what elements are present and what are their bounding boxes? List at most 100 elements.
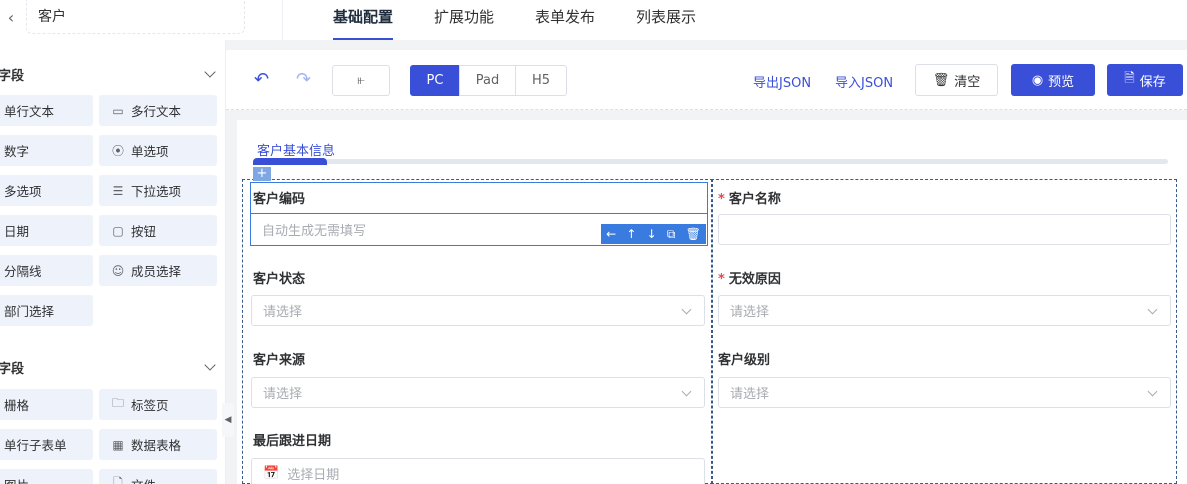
top-bar: ‹ 客户 基础配置 扩展功能 表单发布 列表展示 bbox=[0, 0, 1187, 40]
component-tree-button[interactable]: ⫦ bbox=[332, 65, 390, 96]
select-placeholder: 请选择 bbox=[730, 387, 770, 402]
device-pad[interactable]: Pad bbox=[459, 65, 516, 96]
delete-icon[interactable]: 🗑 bbox=[686, 227, 701, 241]
component-button[interactable]: ▢ 按钮 bbox=[99, 215, 217, 246]
field-label-text: 无效原因 bbox=[728, 272, 781, 287]
radio-icon: ⦿ bbox=[111, 144, 124, 158]
preview-button[interactable]: ◉ 预览 bbox=[1011, 64, 1095, 96]
chevron-left-icon: ‹ bbox=[7, 7, 15, 27]
customer-status-select[interactable]: 请选择 bbox=[251, 295, 705, 326]
component-label: 单选项 bbox=[131, 144, 169, 159]
component-member-select[interactable]: ☺ 成员选择 bbox=[99, 255, 217, 286]
textarea-icon: ▭ bbox=[112, 103, 124, 118]
customer-source-select[interactable]: 请选择 bbox=[251, 377, 705, 408]
copy-icon[interactable]: ⧉ bbox=[667, 227, 676, 242]
component-select[interactable]: ☰ 下拉选项 bbox=[99, 175, 217, 206]
device-h5[interactable]: H5 bbox=[515, 65, 567, 96]
field-label-level: 客户级别 bbox=[718, 353, 771, 368]
file-icon: 🗋 bbox=[113, 476, 123, 484]
button-icon: ▢ bbox=[112, 223, 124, 238]
group-header-layout[interactable]: 字段 bbox=[0, 352, 225, 382]
select-placeholder: 请选择 bbox=[263, 305, 303, 320]
component-number[interactable]: 数字 bbox=[0, 135, 93, 166]
device-pc[interactable]: PC bbox=[410, 65, 460, 96]
chevron-down-icon bbox=[204, 66, 216, 78]
invalid-reason-select[interactable]: 请选择 bbox=[718, 295, 1171, 326]
save-button[interactable]: 🗎 保存 bbox=[1107, 64, 1183, 96]
tab-track bbox=[253, 159, 1168, 164]
user-icon: ☺ bbox=[111, 263, 125, 278]
component-label: 栅格 bbox=[4, 398, 30, 413]
trash-icon: 🗑 bbox=[932, 72, 950, 88]
tabs-icon: 🗀 bbox=[111, 396, 124, 410]
component-label: 成员选择 bbox=[131, 264, 182, 279]
component-label: 标签页 bbox=[131, 398, 169, 413]
save-icon: 🗎 bbox=[1124, 71, 1135, 86]
caret-left-icon: ◀ bbox=[224, 415, 232, 425]
select-placeholder: 请选择 bbox=[263, 387, 303, 402]
form-title-input[interactable]: 客户 bbox=[26, 0, 245, 34]
back-button[interactable]: ‹ bbox=[0, 4, 22, 30]
required-mark: * bbox=[718, 192, 725, 207]
redo-icon[interactable]: ↷ bbox=[296, 69, 311, 90]
select-icon: ☰ bbox=[112, 183, 124, 198]
component-divider[interactable]: 分隔线 bbox=[0, 255, 93, 286]
form-title: 客户 bbox=[38, 9, 66, 25]
date-placeholder: 选择日期 bbox=[287, 468, 340, 483]
component-label: 单行子表单 bbox=[4, 438, 67, 453]
component-data-table[interactable]: ▦ 数据表格 bbox=[99, 429, 217, 460]
chevron-down-icon bbox=[1147, 304, 1158, 315]
designer-toolbar: ↶ ↷ ⫦ PC Pad H5 导出JSON 导入JSON 🗑 清空 ◉ 预览 … bbox=[226, 50, 1187, 110]
clear-button[interactable]: 🗑 清空 bbox=[915, 64, 998, 96]
component-radio[interactable]: ⦿ 单选项 bbox=[99, 135, 217, 166]
plus-icon[interactable]: + bbox=[253, 167, 271, 181]
customer-name-input[interactable] bbox=[718, 214, 1171, 245]
tab-list-display[interactable]: 列表展示 bbox=[636, 6, 696, 40]
customer-level-select[interactable]: 请选择 bbox=[718, 377, 1171, 408]
component-grid[interactable]: 栅格 bbox=[0, 389, 93, 420]
component-multi-text[interactable]: ▭ 多行文本 bbox=[99, 95, 217, 126]
field-label-text: 客户名称 bbox=[728, 192, 781, 207]
required-mark: * bbox=[718, 272, 725, 287]
eye-icon: ◉ bbox=[1031, 72, 1044, 88]
export-json-button[interactable]: 导出JSON bbox=[753, 72, 811, 91]
component-image[interactable]: 图片 bbox=[0, 469, 93, 484]
component-subform[interactable]: 单行子表单 bbox=[0, 429, 93, 460]
component-label: 数据表格 bbox=[131, 438, 182, 453]
field-action-bar: ← ↑ ↓ ⧉ 🗑 bbox=[601, 224, 706, 244]
component-department-select[interactable]: 部门选择 bbox=[0, 295, 93, 326]
last-follow-date-picker[interactable]: 📅 选择日期 bbox=[251, 458, 705, 484]
tab-customer-basic-info[interactable]: 客户基本信息 bbox=[257, 140, 335, 159]
chevron-down-icon bbox=[204, 359, 216, 371]
field-label-status: 客户状态 bbox=[253, 272, 306, 287]
component-label: 文件 bbox=[131, 475, 156, 484]
tab-form-publish[interactable]: 表单发布 bbox=[535, 6, 595, 40]
component-date[interactable]: 日期 bbox=[0, 215, 93, 246]
component-label: 下拉选项 bbox=[131, 184, 182, 199]
clear-label: 清空 bbox=[954, 74, 981, 90]
tab-extensions[interactable]: 扩展功能 bbox=[434, 6, 494, 40]
tree-icon: ⫦ bbox=[357, 73, 365, 88]
component-file[interactable]: 🗋 文件 bbox=[99, 469, 217, 484]
group-header-fields[interactable]: 字段 bbox=[0, 59, 225, 89]
save-label: 保存 bbox=[1139, 74, 1166, 90]
component-label: 日期 bbox=[4, 224, 30, 239]
arrow-up-icon[interactable]: ↑ bbox=[626, 227, 636, 241]
tab-basic-config[interactable]: 基础配置 bbox=[333, 6, 394, 40]
chevron-down-icon bbox=[1147, 386, 1158, 397]
component-tabs[interactable]: 🗀 标签页 bbox=[99, 389, 217, 420]
component-label: 数字 bbox=[4, 144, 30, 159]
component-checkbox[interactable]: 多选项 bbox=[0, 175, 93, 206]
component-label: 按钮 bbox=[131, 224, 157, 239]
chevron-down-icon bbox=[681, 304, 692, 315]
sidebar-collapse-handle[interactable]: ◀ bbox=[222, 403, 234, 437]
arrow-down-icon[interactable]: ↓ bbox=[647, 227, 657, 241]
undo-icon[interactable]: ↶ bbox=[254, 69, 269, 90]
input-placeholder: 自动生成无需填写 bbox=[262, 224, 367, 239]
arrow-left-icon[interactable]: ← bbox=[606, 227, 616, 241]
import-json-button[interactable]: 导入JSON bbox=[835, 72, 893, 91]
field-label-last-follow-date: 最后跟进日期 bbox=[253, 434, 332, 449]
component-label: 部门选择 bbox=[4, 304, 55, 319]
component-single-text[interactable]: 单行文本 bbox=[0, 95, 93, 126]
field-label-name: * 客户名称 bbox=[718, 188, 781, 207]
